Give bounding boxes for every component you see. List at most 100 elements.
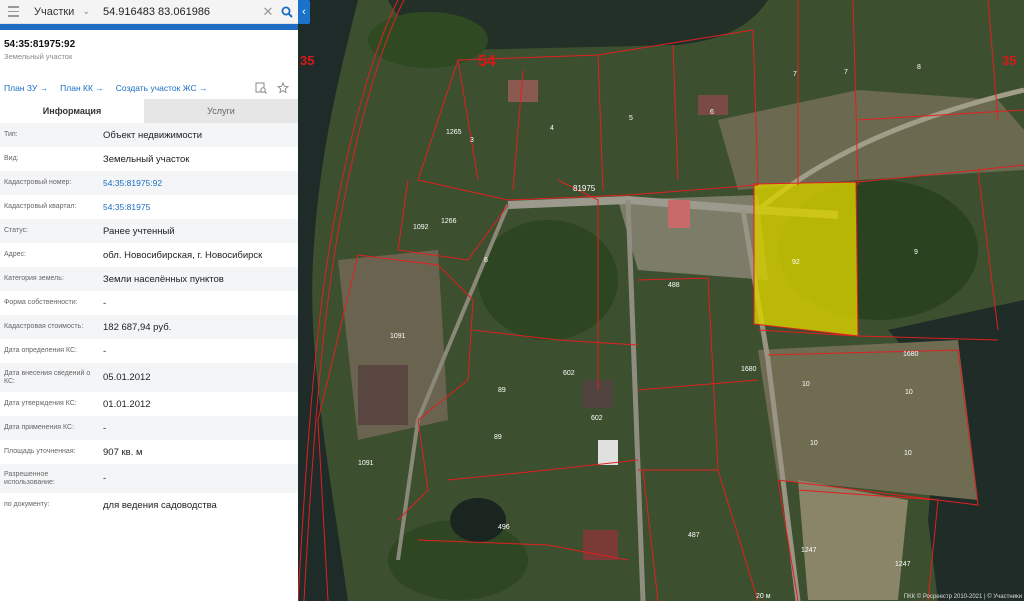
svg-text:10: 10 xyxy=(810,440,818,447)
svg-text:1092: 1092 xyxy=(413,224,429,231)
svg-text:7: 7 xyxy=(793,71,797,78)
plan-kk-link[interactable]: План КК → xyxy=(60,83,104,93)
satellite-map[interactable]: 1265 3 4 5 6 7 7 8 1092 1266 6 92 9 488 … xyxy=(298,0,1024,601)
map-attribution: ПКК © Росреестр 2010-2021 | © Участники xyxy=(903,594,1022,600)
field-label: Вид: xyxy=(4,155,19,162)
search-icon[interactable] xyxy=(276,0,298,24)
field-label: Форма собственности: xyxy=(4,299,78,306)
svg-text:7: 7 xyxy=(844,69,848,76)
collapse-panel-button[interactable]: ‹ xyxy=(298,0,310,24)
field-value: 01.01.2012 xyxy=(103,398,151,410)
svg-text:1680: 1680 xyxy=(903,351,919,358)
tab-services[interactable]: Услуги xyxy=(144,99,298,123)
info-panel: Участки ⌄ ✕ 54:35:81975:92 Земельный уча… xyxy=(0,0,298,601)
svg-text:89: 89 xyxy=(494,434,502,441)
field-row-value-entry-date: Дата внесения сведений о КС: 05.01.2012 xyxy=(0,363,298,392)
field-label: Тип: xyxy=(4,131,18,138)
field-label: Разрешенное использование: xyxy=(4,470,55,486)
field-row-by-document: по документу: для ведения садоводства xyxy=(0,493,298,517)
field-value: - xyxy=(103,422,107,434)
svg-text:4: 4 xyxy=(550,125,554,132)
svg-text:10: 10 xyxy=(904,450,912,457)
menu-icon[interactable] xyxy=(0,0,26,24)
cadastral-quarter-link[interactable]: 54:35:81975 xyxy=(100,202,298,212)
field-value: 907 кв. м xyxy=(103,446,143,458)
field-value: Ранее учтенный xyxy=(103,225,175,237)
svg-text:3: 3 xyxy=(470,137,474,144)
search-input[interactable] xyxy=(94,5,260,18)
svg-text:6: 6 xyxy=(484,257,488,264)
svg-text:10: 10 xyxy=(802,381,810,388)
svg-text:602: 602 xyxy=(591,415,603,422)
svg-text:1266: 1266 xyxy=(441,218,457,225)
field-row-cadastral-quarter: Кадастровый квартал: 54:35:81975 xyxy=(0,195,298,219)
svg-text:1247: 1247 xyxy=(801,547,817,554)
svg-text:92: 92 xyxy=(792,259,800,266)
field-label: Статус: xyxy=(4,227,29,234)
field-value: Земельный участок xyxy=(103,153,190,165)
quarter-label: 81975 xyxy=(573,184,596,193)
app-root: 1265 3 4 5 6 7 7 8 1092 1266 6 92 9 488 … xyxy=(0,0,1024,601)
plan-zu-link[interactable]: План ЗУ → xyxy=(4,83,48,93)
field-value: Земли населённых пунктов xyxy=(103,273,224,285)
field-row-type: Тип: Объект недвижимости xyxy=(0,123,298,147)
attribute-list: Тип: Объект недвижимости Вид: Земельный … xyxy=(0,123,298,517)
svg-text:10: 10 xyxy=(905,389,913,396)
svg-text:89: 89 xyxy=(498,387,506,394)
field-label: Категория земель: xyxy=(4,275,64,282)
field-row-address: Адрес: обл. Новосибирская, г. Новосибирс… xyxy=(0,243,298,267)
region-label-35-left: 35 xyxy=(300,53,314,68)
svg-text:1680: 1680 xyxy=(741,366,757,373)
field-row-value-date: Дата определения КС: - xyxy=(0,339,298,363)
svg-text:1091: 1091 xyxy=(390,333,406,340)
cadastral-number-link[interactable]: 54:35:81975:92 xyxy=(100,178,298,188)
svg-text:602: 602 xyxy=(563,370,575,377)
object-title: 54:35:81975:92 xyxy=(4,39,76,50)
field-value: для ведения садоводства xyxy=(103,499,217,511)
field-row-cadastral-number: Кадастровый номер: 54:35:81975:92 xyxy=(0,171,298,195)
svg-text:487: 487 xyxy=(688,532,700,539)
region-label-35-right: 35 xyxy=(1002,53,1016,68)
field-value: 05.01.2012 xyxy=(103,372,151,383)
svg-text:5: 5 xyxy=(629,115,633,122)
field-row-ownership: Форма собственности: - xyxy=(0,291,298,315)
field-label: Кадастровая стоимость: xyxy=(4,323,84,330)
field-label: Дата применения КС: xyxy=(4,424,75,431)
field-row-value-approval-date: Дата утверждения КС: 01.01.2012 xyxy=(0,392,298,416)
search-on-map-icon[interactable] xyxy=(254,81,268,95)
create-zs-link[interactable]: Создать участок ЖС → xyxy=(116,83,208,93)
info-tabs: Информация Услуги xyxy=(0,99,298,123)
field-value: - xyxy=(103,345,107,357)
object-type: Земельный участок xyxy=(4,52,73,61)
field-row-value-apply-date: Дата применения КС: - xyxy=(0,416,298,440)
svg-text:9: 9 xyxy=(914,249,918,256)
map-view[interactable]: 1265 3 4 5 6 7 7 8 1092 1266 6 92 9 488 … xyxy=(298,0,1024,601)
svg-text:8: 8 xyxy=(917,64,921,71)
svg-text:1247: 1247 xyxy=(895,561,911,568)
field-label: Дата внесения сведений о КС: xyxy=(4,369,91,385)
field-value: обл. Новосибирская, г. Новосибирск xyxy=(103,249,263,261)
search-bar: Участки ⌄ ✕ xyxy=(0,0,298,24)
layer-select[interactable]: Участки ⌄ xyxy=(26,6,94,18)
action-links: План ЗУ → План КК → Создать участок ЖС → xyxy=(0,61,298,97)
field-value: Объект недвижимости xyxy=(103,129,203,141)
svg-text:6: 6 xyxy=(710,109,714,116)
chevron-down-icon: ⌄ xyxy=(82,6,90,16)
tab-info[interactable]: Информация xyxy=(0,99,144,123)
svg-text:1265: 1265 xyxy=(446,129,462,136)
star-icon[interactable] xyxy=(276,81,290,95)
field-value: - xyxy=(103,297,107,309)
field-row-kind: Вид: Земельный участок xyxy=(0,147,298,171)
field-row-cadastral-value: Кадастровая стоимость: 182 687,94 руб. xyxy=(0,315,298,339)
field-row-land-category: Категория земель: Земли населённых пункт… xyxy=(0,267,298,291)
field-value: - xyxy=(103,473,107,484)
field-label: Дата определения КС: xyxy=(4,347,77,354)
field-label: Адрес: xyxy=(4,251,26,258)
field-label: Площадь уточненная: xyxy=(4,448,76,455)
field-label: Кадастровый номер: xyxy=(4,179,72,186)
field-label: Дата утверждения КС: xyxy=(4,400,77,407)
close-icon[interactable]: ✕ xyxy=(260,4,276,20)
layer-select-label: Участки xyxy=(34,5,75,18)
field-label: по документу: xyxy=(4,501,50,508)
field-row-permitted-use: Разрешенное использование: - xyxy=(0,464,298,493)
